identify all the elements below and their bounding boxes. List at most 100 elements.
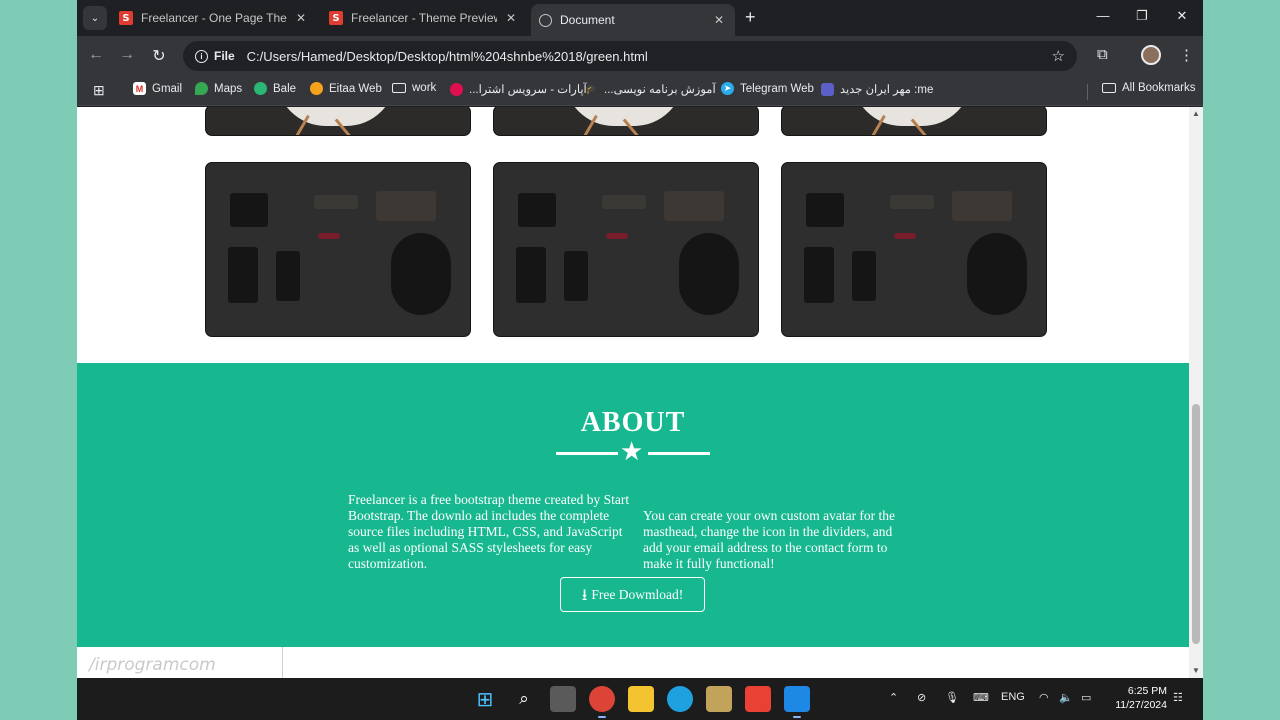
portfolio-item-image[interactable] (205, 162, 471, 337)
edge-icon[interactable] (667, 686, 693, 712)
scroll-up-arrow-icon[interactable]: ▲ (1191, 109, 1201, 119)
forward-arrow-icon[interactable]: → (117, 46, 137, 64)
telegram-icon: ➤ (721, 82, 734, 95)
close-icon[interactable]: ✕ (503, 11, 519, 25)
volume-icon[interactable]: 🔈 (1059, 691, 1073, 704)
bookmark-work-folder[interactable]: work (392, 82, 436, 94)
keyboard-icon[interactable]: ⌨ (973, 691, 989, 704)
lipbalm-shape (606, 233, 628, 239)
headphones-shape (967, 233, 1027, 315)
clock-date: 11/27/2024 (1115, 699, 1167, 711)
battery-icon[interactable]: ▭ (1081, 691, 1091, 704)
phone-shape (852, 251, 876, 301)
tab-search-button[interactable]: ⌄ (83, 6, 107, 30)
divider-line (648, 452, 710, 455)
bowtie-shape (890, 195, 934, 209)
bookmark-aparat[interactable]: ...آپارات - سرویس اشترا (450, 82, 587, 96)
bookmark-maps[interactable]: Maps (195, 82, 242, 95)
url-text[interactable]: C:/Users/Hamed/Desktop/Desktop/html%204s… (247, 49, 648, 64)
lipbalm-shape (318, 233, 340, 239)
reload-icon[interactable]: ↻ (149, 46, 169, 66)
tab-freelancer-one-page[interactable]: S Freelancer - One Page Theme - ✕ (111, 4, 317, 32)
bowtie-shape (314, 195, 358, 209)
bookmark-star-icon[interactable]: ☆ (1052, 47, 1065, 65)
close-icon[interactable]: ✕ (293, 11, 309, 25)
info-icon: i (195, 49, 208, 63)
apps-grid-icon[interactable]: ⊞ (93, 82, 105, 99)
divider-line (556, 452, 618, 455)
wallet-shape (230, 193, 268, 227)
bookmark-gmail[interactable]: M Gmail (133, 82, 182, 95)
portfolio-item-image[interactable] (493, 107, 759, 136)
card-shape (664, 191, 724, 221)
bookmark-programming[interactable]: 🎓 ...آموزش برنامه نویسی (585, 82, 716, 97)
wifi-icon[interactable]: ◠ (1039, 691, 1049, 704)
bookmark-label: Gmail (152, 82, 183, 95)
tab-title: Freelancer - One Page Theme - (141, 11, 287, 25)
address-bar[interactable]: i File C:/Users/Hamed/Desktop/Desktop/ht… (183, 41, 1077, 71)
card-shape (376, 191, 436, 221)
notification-off-icon[interactable]: ⊘ (917, 691, 926, 704)
avatar[interactable] (1141, 45, 1161, 65)
globe-icon (539, 13, 552, 27)
bookmark-label: work (412, 82, 437, 94)
headphones-shape (679, 233, 739, 315)
extensions-icon[interactable]: ⧉ (1097, 46, 1108, 63)
portfolio-item-image[interactable] (781, 162, 1047, 337)
chevron-up-icon[interactable]: ⌃ (889, 691, 898, 704)
bookmark-telegram[interactable]: ➤ Telegram Web (721, 82, 814, 95)
all-bookmarks-folder[interactable]: All Bookmarks (1102, 82, 1196, 94)
file-explorer-icon[interactable] (628, 686, 654, 712)
watermark-box: /irprogramcom (77, 647, 283, 678)
language-indicator[interactable]: ENG (1001, 691, 1025, 703)
close-window-button[interactable]: ✕ (1162, 8, 1202, 24)
app-icon[interactable] (706, 686, 732, 712)
portfolio-item-image[interactable] (205, 107, 471, 136)
card-shape (952, 191, 1012, 221)
passport-shape (228, 247, 258, 303)
page-icon (821, 82, 834, 96)
search-icon[interactable]: ⌕ (511, 686, 537, 712)
bookmark-bale[interactable]: Bale (254, 82, 296, 95)
minimize-button[interactable]: — (1083, 8, 1123, 23)
startbootstrap-favicon-icon: S (329, 11, 343, 25)
bookmark-mehr-iran[interactable]: مهر ایران جدید :me (821, 82, 933, 96)
task-view-icon[interactable] (550, 686, 576, 712)
bale-icon (254, 82, 267, 95)
bookmarks-divider (1087, 84, 1088, 100)
chrome-icon[interactable] (589, 686, 615, 718)
menu-kebab-icon[interactable]: ⋮ (1179, 46, 1194, 64)
tab-document[interactable]: Document ✕ (531, 4, 735, 36)
scroll-thumb[interactable] (1192, 404, 1200, 644)
bookmark-eitaa[interactable]: Eitaa Web (310, 82, 382, 95)
startbootstrap-favicon-icon: S (119, 11, 133, 25)
new-tab-button[interactable]: + (745, 8, 756, 26)
maps-pin-icon (195, 82, 208, 95)
page-scrollbar[interactable]: ▲ ▼ (1189, 107, 1203, 678)
close-icon[interactable]: ✕ (711, 13, 727, 27)
clock-time: 6:25 PM (1127, 685, 1167, 697)
notifications-icon[interactable]: ☷ (1173, 691, 1183, 704)
microphone-icon[interactable]: 🎙 (945, 691, 959, 704)
about-right-text: You can create your own custom avatar fo… (643, 508, 896, 571)
office-icon[interactable] (745, 686, 771, 712)
bowtie-shape (602, 195, 646, 209)
portfolio-item-image[interactable] (781, 107, 1047, 136)
free-download-button[interactable]: ⭳ Free Dowmload! (560, 577, 705, 612)
tab-freelancer-preview[interactable]: S Freelancer - Theme Preview - S ✕ (321, 4, 527, 32)
wallet-shape (806, 193, 844, 227)
site-info-chip[interactable]: i File (191, 45, 243, 67)
system-clock[interactable]: 6:25 PM 11/27/2024 (1107, 684, 1167, 712)
page-viewport: ABOUT ★ Freelancer is a free bootstrap t… (77, 107, 1189, 678)
passport-shape (516, 247, 546, 303)
about-section: ABOUT ★ Freelancer is a free bootstrap t… (77, 363, 1189, 647)
tab-title: Freelancer - Theme Preview - S (351, 11, 497, 25)
back-arrow-icon[interactable]: ← (86, 46, 106, 64)
windows-start-icon[interactable]: ⊞ (472, 686, 498, 712)
passport-shape (804, 247, 834, 303)
portfolio-item-image[interactable] (493, 162, 759, 337)
vscode-icon[interactable] (784, 686, 810, 718)
restore-button[interactable]: ❐ (1122, 8, 1162, 24)
scroll-down-arrow-icon[interactable]: ▼ (1191, 666, 1201, 676)
gmail-icon: M (133, 82, 146, 95)
